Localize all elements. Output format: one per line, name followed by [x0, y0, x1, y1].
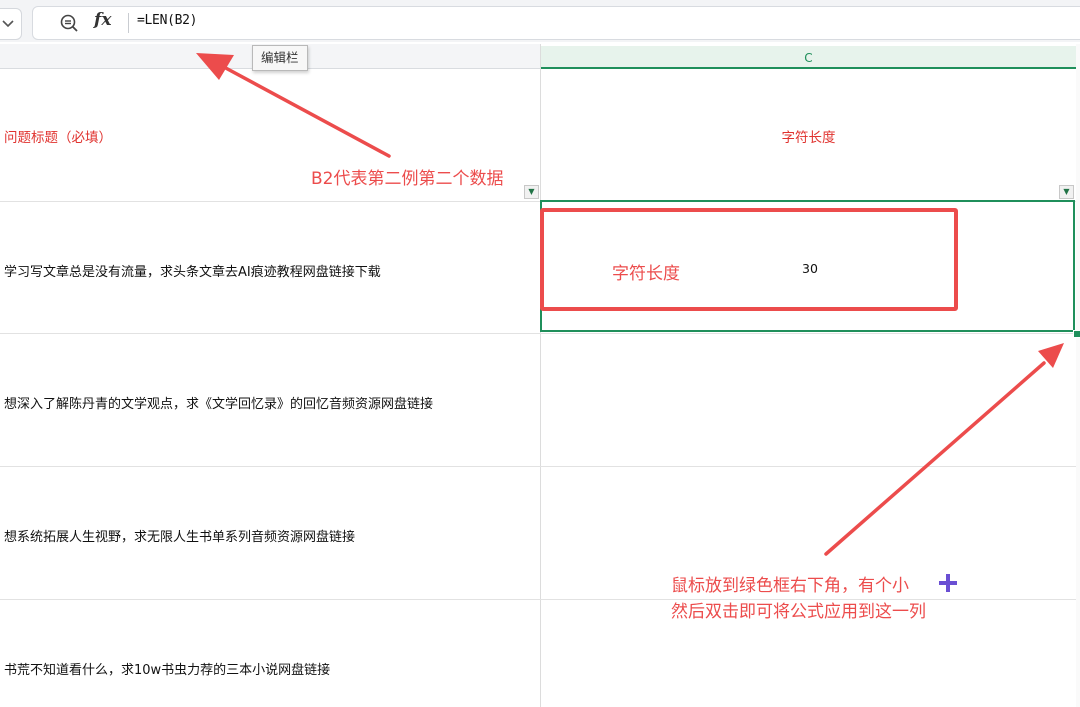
zoom-formula-icon[interactable] — [59, 13, 79, 33]
cell-b5[interactable]: 书荒不知道看什么，求10w书虫力荐的三本小说网盘链接 — [4, 659, 330, 678]
arrow-to-fill-handle — [824, 343, 1064, 556]
fill-handle[interactable] — [1073, 330, 1080, 338]
annotation-hint-line2: 然后双击即可将公式应用到这一列 — [671, 602, 926, 622]
annotation-hint-line1: 鼠标放到绿色框右下角，有个小 — [671, 576, 909, 596]
annotation-highlight-box — [540, 208, 958, 311]
filter-dropdown-icon[interactable]: ▼ — [524, 185, 539, 199]
column-header-c[interactable]: C — [541, 46, 1076, 69]
fx-icon[interactable]: fx — [94, 10, 111, 30]
annotation-box-label: 字符长度 — [612, 264, 680, 284]
cell-b3[interactable]: 想深入了解陈丹青的文学观点，求《文学回忆录》的回忆音频资源网盘链接 — [4, 393, 433, 412]
filter-dropdown-icon[interactable]: ▼ — [1059, 185, 1074, 199]
formula-bar-tooltip: 编辑栏 — [252, 45, 308, 71]
formula-text[interactable]: =LEN(B2) — [137, 13, 198, 28]
plus-icon — [939, 574, 957, 592]
cell-b4[interactable]: 想系统拓展人生视野，求无限人生书单系列音频资源网盘链接 — [4, 526, 355, 545]
header-cell-c1[interactable]: 字符长度 — [541, 126, 1076, 146]
cell-b2[interactable]: 学习写文章总是没有流量，求头条文章去AI痕迹教程网盘链接下载 — [4, 261, 381, 280]
column-header-d[interactable] — [1076, 44, 1080, 707]
row-divider — [0, 466, 1076, 467]
formula-divider — [128, 13, 129, 33]
annotation-b2-note: B2代表第二例第二个数据 — [311, 169, 504, 189]
chevron-down-icon[interactable] — [0, 15, 16, 31]
header-cell-b1[interactable]: 问题标题（必填） — [4, 126, 112, 146]
row-divider — [0, 333, 1076, 334]
